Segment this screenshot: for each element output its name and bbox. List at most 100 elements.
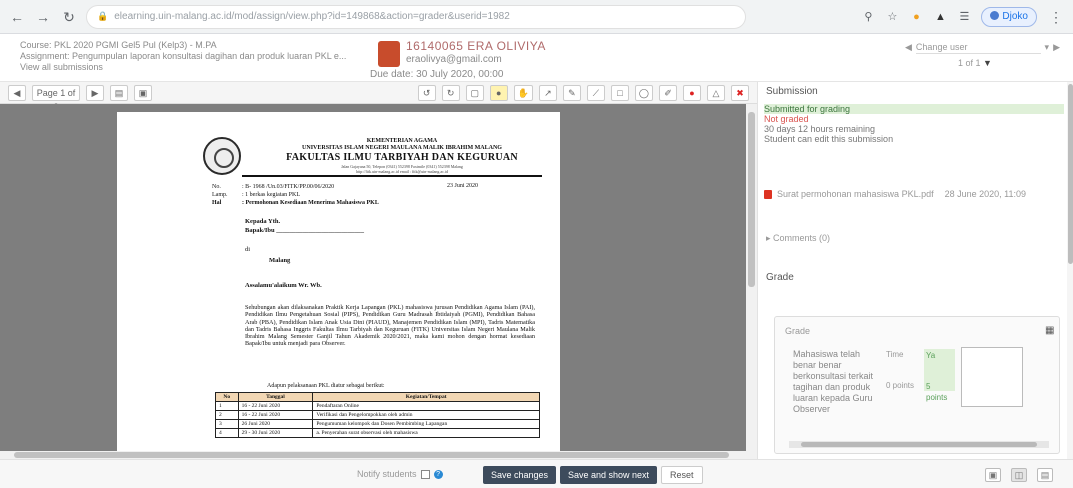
comments-toggle[interactable]: ▸ Comments (0) xyxy=(766,233,830,244)
letter-subject: : Permohonan Kesediaan Menerima Mahasisw… xyxy=(242,200,379,206)
hand-icon[interactable]: ✋ xyxy=(513,84,533,101)
reading-list-icon[interactable]: ☰ xyxy=(957,10,971,24)
table-cell: 26 Juni 2020 xyxy=(237,419,314,429)
rotate-left-icon[interactable]: ↺ xyxy=(417,84,436,101)
view-all-link[interactable]: View all submissions xyxy=(20,62,380,73)
notify-label: Notify students xyxy=(357,469,417,479)
oval-icon[interactable]: ◯ xyxy=(634,84,653,101)
assignment-link[interactable]: Assignment: Pengumpulan laporan konsulta… xyxy=(20,51,380,62)
viewer-vertical-scrollbar[interactable] xyxy=(746,104,757,451)
comment-icon[interactable]: ▢ xyxy=(465,84,484,101)
bookmark-star-icon[interactable]: ☆ xyxy=(885,10,899,24)
profile-label: Djoko xyxy=(1002,10,1028,22)
panel-scrollbar[interactable] xyxy=(1067,82,1073,459)
table-cell: 2 xyxy=(215,410,239,420)
stamp-color-icon[interactable]: ✖ xyxy=(731,84,749,101)
filter-icon[interactable]: ▼ xyxy=(983,58,992,68)
rubric-level-selected[interactable]: Ya 5 points xyxy=(924,349,955,402)
menu-icon[interactable]: ⋮ xyxy=(1047,8,1065,26)
save-and-next-button[interactable]: Save and show next xyxy=(560,466,658,484)
table-cell: 16 - 22 Juni 2020 xyxy=(237,401,314,411)
help-icon[interactable]: ? xyxy=(433,469,443,479)
dropdown-icon: ▾ xyxy=(1044,41,1050,52)
course-link[interactable]: Course: PKL 2020 PGMI Gel5 Pul (Kelp3) -… xyxy=(20,40,380,51)
letterhead-divider xyxy=(242,175,542,177)
student-avatar xyxy=(378,41,400,67)
search-comments-icon[interactable]: ▤ xyxy=(110,84,128,101)
line-icon[interactable]: ⟋ xyxy=(586,84,605,101)
rubric-criterion: Mahasiswa telah benar benar berkonsultas… xyxy=(793,349,874,414)
extension-icon[interactable]: ● xyxy=(909,10,923,24)
pager-text: 1 of 1 xyxy=(958,58,981,68)
table-cell: Pendaftaran Online xyxy=(312,401,540,411)
scroll-thumb[interactable] xyxy=(748,112,755,287)
prev-page-icon[interactable]: ◀ xyxy=(8,84,26,101)
table-cell: a. Penyerahan surat observasi oleh mahas… xyxy=(312,428,540,438)
page-select[interactable]: Page 1 of 2 xyxy=(32,84,80,112)
table-row: 3 26 Juni 2020 Pengumuman kelompok dan Dos… xyxy=(215,419,540,429)
annotation-color-icon[interactable]: ● xyxy=(683,84,701,101)
comments-label: Comments (0) xyxy=(773,233,831,243)
table-cell: 29 - 30 Juni 2020 xyxy=(237,428,314,438)
layout-collapse-grade-icon[interactable]: ▣ xyxy=(985,468,1001,482)
grader-header: Course: PKL 2020 PGMI Gel5 Pul (Kelp3) -… xyxy=(0,34,1073,82)
submission-heading: Submission xyxy=(766,86,818,97)
zoom-icon[interactable]: ⚲ xyxy=(861,10,875,24)
level-label: Time xyxy=(886,350,904,359)
rectangle-icon[interactable]: □ xyxy=(610,84,629,101)
annotation-toolbar: ◀ Page 1 of 2 ▶ ▤ ▣ ↺ ↻ ▢ ● ✋ ↗ ✎ ⟋ □ ◯ … xyxy=(0,82,757,112)
next-user-icon[interactable]: ▶ xyxy=(1053,42,1060,53)
meta-label: Hal xyxy=(212,200,222,206)
highlight-icon[interactable]: ✐ xyxy=(659,84,677,101)
notify-checkbox[interactable] xyxy=(420,469,430,479)
table-cell: Pengumuman kelompok dan Dosen Pembimbing… xyxy=(312,419,540,429)
rubric-level-none[interactable]: Time 0 points xyxy=(886,349,914,391)
expand-icon[interactable]: ▣ xyxy=(134,84,152,101)
rubric-table-icon[interactable]: ▦ xyxy=(1045,325,1054,336)
table-row: 2 16 - 22 Juni 2020 Verifikasi dan Pengelo… xyxy=(215,410,540,420)
letter-attachment: : 1 berkas kegiatan PKL xyxy=(242,192,300,198)
pen-icon[interactable]: ✎ xyxy=(562,84,581,101)
reset-button[interactable]: Reset xyxy=(661,466,703,484)
profile-button[interactable]: Djoko xyxy=(981,6,1037,27)
reload-icon[interactable]: ↻ xyxy=(60,8,78,26)
table-cell: 4 xyxy=(215,428,239,438)
pdf-page[interactable]: KEMENTERIAN AGAMA UNIVERSITAS ISLAM NEGE… xyxy=(117,112,560,451)
rubric-horizontal-scrollbar[interactable] xyxy=(789,441,1049,448)
status-edit: Student can edit this submission xyxy=(764,134,894,144)
extension-icon-2[interactable]: ▲ xyxy=(933,10,947,24)
prev-user-icon[interactable]: ◀ xyxy=(905,42,912,53)
letterhead-university: UNIVERSITAS ISLAM NEGERI MAULANA MALIK I… xyxy=(302,145,502,151)
comment-color-icon[interactable]: ● xyxy=(489,84,508,101)
table-header: No xyxy=(215,392,239,402)
scroll-thumb[interactable] xyxy=(801,442,1037,447)
change-user-select[interactable]: Change user xyxy=(915,40,1041,54)
address-bar[interactable]: 🔒 elearning.uin-malang.ac.id/mod/assign/… xyxy=(86,4,746,29)
letter-date: 23 Juni 2020 xyxy=(447,183,479,189)
stamp-icon[interactable]: △ xyxy=(707,84,725,101)
layout-collapse-review-icon[interactable]: ▤ xyxy=(1037,468,1053,482)
change-user: ◀ Change user ▾ ▶ xyxy=(905,39,1060,55)
student-name[interactable]: 16140065 ERA OLIVIYA xyxy=(406,39,546,53)
scroll-thumb[interactable] xyxy=(1068,84,1073,264)
layout-default-icon[interactable]: ◫ xyxy=(1011,468,1027,482)
meta-label: Lamp. xyxy=(212,192,228,198)
viewer-horizontal-scrollbar[interactable] xyxy=(0,451,757,459)
university-seal-icon xyxy=(203,137,241,175)
table-row: 4 29 - 30 Juni 2020 a. Penyerahan surat ob… xyxy=(215,428,540,438)
letterhead-website: http://fitk.uin-malang.ac.id email : fit… xyxy=(355,169,449,174)
next-page-icon[interactable]: ▶ xyxy=(86,84,104,101)
meta-label: No. xyxy=(212,184,221,190)
rubric-title: Grade xyxy=(785,326,811,336)
grade-heading: Grade xyxy=(766,272,794,283)
file-link[interactable]: Surat permohonan mahasiswa PKL.pdf xyxy=(777,189,934,199)
save-changes-button[interactable]: Save changes xyxy=(483,466,557,484)
forward-icon[interactable]: → xyxy=(34,8,52,26)
select-icon[interactable]: ↗ xyxy=(538,84,557,101)
remark-textarea[interactable] xyxy=(961,347,1023,407)
student-email: eraolivya@gmail.com xyxy=(406,54,502,65)
rotate-right-icon[interactable]: ↻ xyxy=(441,84,460,101)
back-icon[interactable]: ← xyxy=(8,8,26,26)
letter-di: di xyxy=(245,246,251,253)
scroll-thumb[interactable] xyxy=(14,452,729,458)
